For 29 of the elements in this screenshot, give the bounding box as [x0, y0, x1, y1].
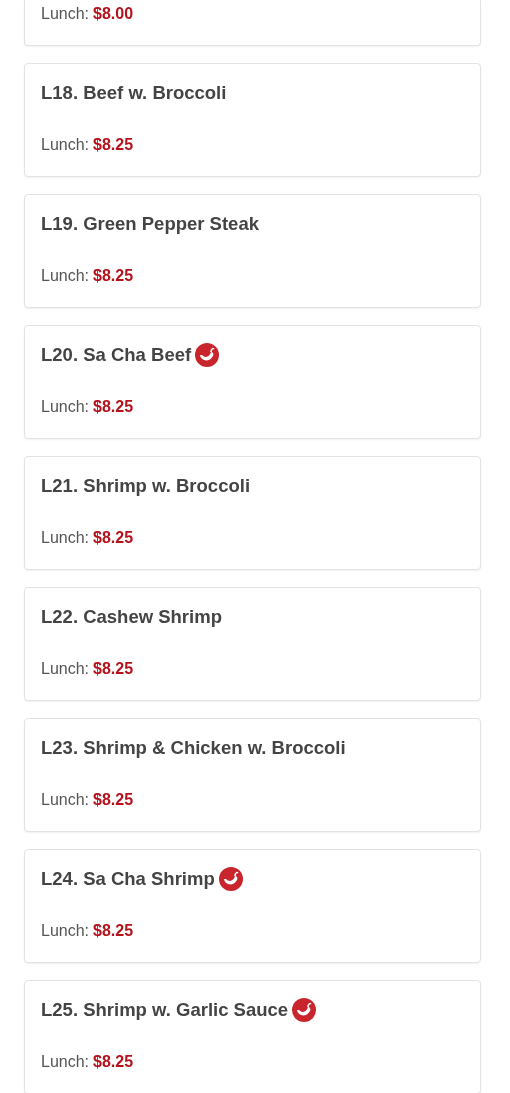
- chili-pepper-icon: [195, 343, 220, 367]
- price: $8.25: [93, 922, 134, 940]
- price: $8.25: [93, 660, 134, 678]
- price: $8.25: [93, 529, 134, 547]
- dish-name: L25. Shrimp w. Garlic Sauce: [41, 999, 289, 1021]
- price-label: Lunch:: [41, 1053, 90, 1071]
- price-label: Lunch:: [41, 529, 90, 547]
- price-label: Lunch:: [41, 922, 90, 940]
- chili-pepper-icon: [218, 867, 243, 891]
- price-label: Lunch:: [41, 136, 90, 154]
- price-label: Lunch:: [41, 660, 90, 678]
- dish-name: L23. Shrimp & Chicken w. Broccoli: [41, 737, 346, 759]
- price: $8.25: [93, 136, 134, 154]
- dish-name: L21. Shrimp w. Broccoli: [41, 475, 251, 497]
- price-label: Lunch:: [41, 398, 90, 416]
- price: $8.25: [93, 398, 134, 416]
- price-label: Lunch:: [41, 5, 90, 23]
- dish-name: L18. Beef w. Broccoli: [41, 82, 227, 104]
- price: $8.25: [93, 1053, 134, 1071]
- price-label: Lunch:: [41, 267, 90, 285]
- price: $8.25: [93, 791, 134, 809]
- price: $8.25: [93, 267, 134, 285]
- dish-name: L19. Green Pepper Steak: [41, 213, 259, 235]
- dish-name: L22. Cashew Shrimp: [41, 606, 222, 628]
- dish-name: L24. Sa Cha Shrimp: [41, 868, 215, 890]
- price-label: Lunch:: [41, 791, 90, 809]
- price: $8.00: [93, 5, 134, 23]
- chili-pepper-icon: [292, 998, 317, 1022]
- dish-name: L20. Sa Cha Beef: [41, 344, 192, 366]
